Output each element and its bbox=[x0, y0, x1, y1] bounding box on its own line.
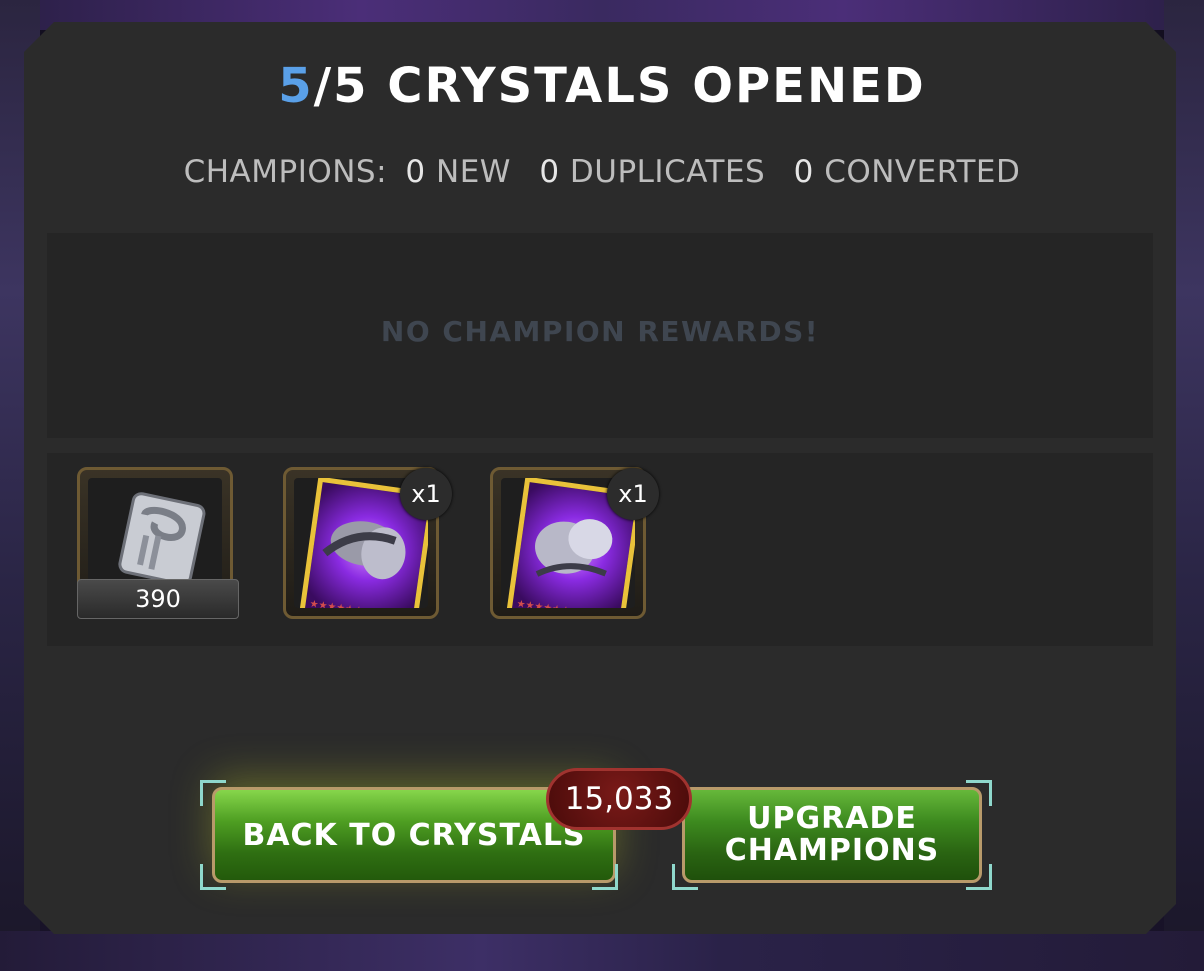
rarity-stars: ★★★★★★ bbox=[308, 598, 364, 608]
new-count: 0 bbox=[405, 154, 426, 190]
new-label: NEW bbox=[436, 154, 511, 190]
quantity-badge: x1 bbox=[607, 468, 659, 520]
champion-rewards-area: NO CHAMPION REWARDS! bbox=[47, 233, 1153, 438]
back-to-crystals-label: BACK TO CRYSTALS bbox=[242, 817, 586, 853]
opened-count: 5 bbox=[278, 58, 314, 114]
duplicates-count: 0 bbox=[539, 154, 560, 190]
upgrade-label-line1: UPGRADE bbox=[747, 801, 917, 836]
button-corner-decoration bbox=[592, 864, 618, 890]
champion-summary: CHAMPIONS: 0 NEW 0 DUPLICATES 0 CONVERTE… bbox=[0, 154, 1204, 190]
button-corner-decoration bbox=[966, 864, 992, 890]
quantity-badge: x1 bbox=[400, 468, 452, 520]
summary-label: CHAMPIONS: bbox=[183, 154, 388, 190]
background-bottom bbox=[0, 931, 1204, 971]
rarity-stars: ★★★★★★ bbox=[515, 598, 571, 608]
reward-item[interactable]: ★★★★★★ x1 bbox=[490, 467, 659, 619]
title-rest: /5 CRYSTALS OPENED bbox=[313, 58, 926, 114]
rewards-list: 390 ★★★★★★ x1 ★★★★★★ x1 bbox=[47, 453, 1153, 646]
converted-label: CONVERTED bbox=[824, 154, 1021, 190]
upgrade-champions-button[interactable]: UPGRADE CHAMPIONS bbox=[682, 787, 982, 883]
page-title: 5/5 CRYSTALS OPENED bbox=[0, 58, 1204, 114]
no-rewards-message: NO CHAMPION REWARDS! bbox=[380, 314, 820, 348]
button-corner-decoration bbox=[966, 780, 992, 806]
upgrade-cost-badge: 15,033 bbox=[546, 768, 692, 830]
gold-coin-card-icon bbox=[118, 492, 206, 586]
button-corner-decoration bbox=[200, 780, 226, 806]
button-corner-decoration bbox=[672, 864, 698, 890]
converted-count: 0 bbox=[793, 154, 814, 190]
upgrade-label-line2: CHAMPIONS bbox=[724, 833, 940, 868]
button-corner-decoration bbox=[200, 864, 226, 890]
reward-item[interactable]: 390 bbox=[77, 467, 239, 619]
duplicates-label: DUPLICATES bbox=[569, 154, 766, 190]
reward-quantity: 390 bbox=[77, 579, 239, 619]
reward-item[interactable]: ★★★★★★ x1 bbox=[283, 467, 452, 619]
